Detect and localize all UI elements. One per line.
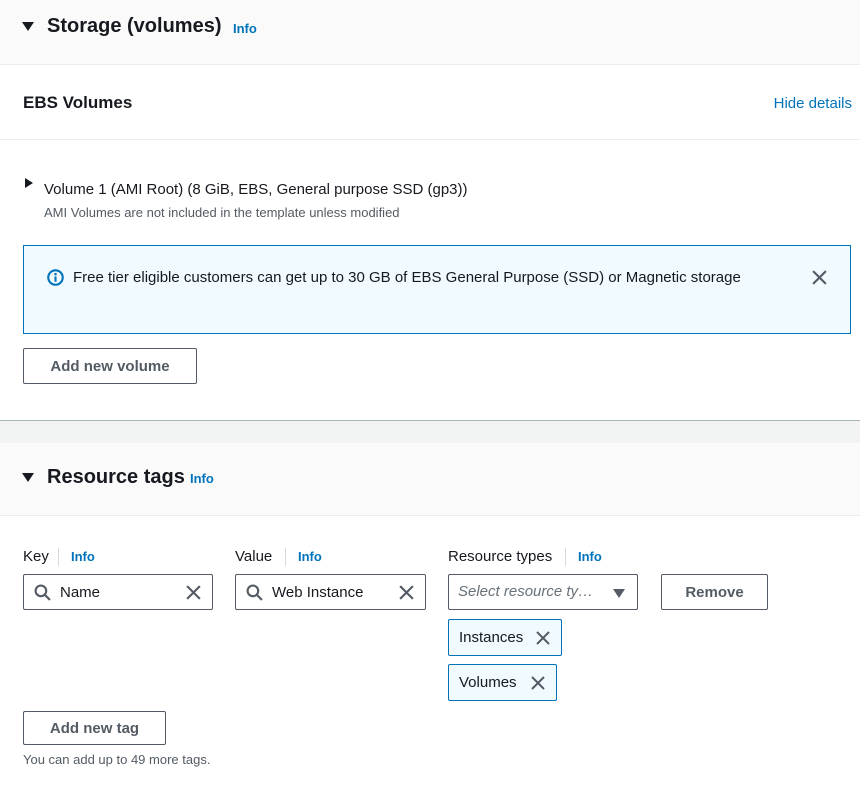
value-input-value[interactable]: Web Instance [272,584,363,601]
resource-tags-section-header: Resource tags Info [0,443,860,516]
add-new-volume-button[interactable]: Add new volume [23,348,197,384]
key-label: Key [23,548,49,565]
resource-tags-title: Resource tags [47,466,185,488]
label-separator [565,548,566,566]
caret-right-icon[interactable] [25,178,33,188]
value-label: Value [235,548,273,565]
search-icon [246,584,263,601]
volume-1-subtitle: AMI Volumes are not included in the temp… [44,205,400,220]
token-label: Volumes [459,674,517,691]
close-icon[interactable] [185,584,202,601]
volume-1-title[interactable]: Volume 1 (AMI Root) (8 GiB, EBS, General… [44,181,468,198]
label-separator [285,548,286,566]
value-info-link[interactable]: Info [298,549,322,564]
value-input[interactable]: Web Instance [235,574,426,610]
remove-tag-button[interactable]: Remove [661,574,768,610]
ebs-volumes-title: EBS Volumes [23,93,133,112]
resource-types-select[interactable]: Select resource ty… [448,574,638,610]
close-icon[interactable] [535,630,551,646]
close-icon[interactable] [530,675,546,691]
resource-type-token-instances: Instances [448,619,562,656]
resource-types-placeholder[interactable]: Select resource ty… [458,583,593,600]
free-tier-alert: Free tier eligible customers can get up … [23,245,851,334]
label-separator [58,548,59,566]
caret-down-icon[interactable] [22,473,34,482]
key-input[interactable]: Name [23,574,213,610]
hide-details-link[interactable]: Hide details [774,95,852,112]
resource-types-info-link[interactable]: Info [578,549,602,564]
storage-info-link[interactable]: Info [233,21,257,36]
caret-down-icon[interactable] [22,22,34,31]
close-icon[interactable] [811,269,828,286]
storage-section-header: Storage (volumes) Info [0,0,860,65]
resource-types-label: Resource types [448,548,553,565]
chevron-down-icon[interactable] [613,589,625,598]
add-new-tag-button[interactable]: Add new tag [23,711,166,745]
section-divider [0,420,860,443]
alert-text: Free tier eligible customers can get up … [73,269,741,286]
key-input-value[interactable]: Name [60,584,100,601]
storage-title: Storage (volumes) [47,15,222,37]
resource-type-token-volumes: Volumes [448,664,557,701]
tags-limit-hint: You can add up to 49 more tags. [23,752,211,767]
search-icon [34,584,51,601]
info-circle-icon [47,269,64,286]
divider [0,139,860,140]
key-info-link[interactable]: Info [71,549,95,564]
token-label: Instances [459,629,524,646]
close-icon[interactable] [398,584,415,601]
resource-tags-info-link[interactable]: Info [190,471,214,486]
